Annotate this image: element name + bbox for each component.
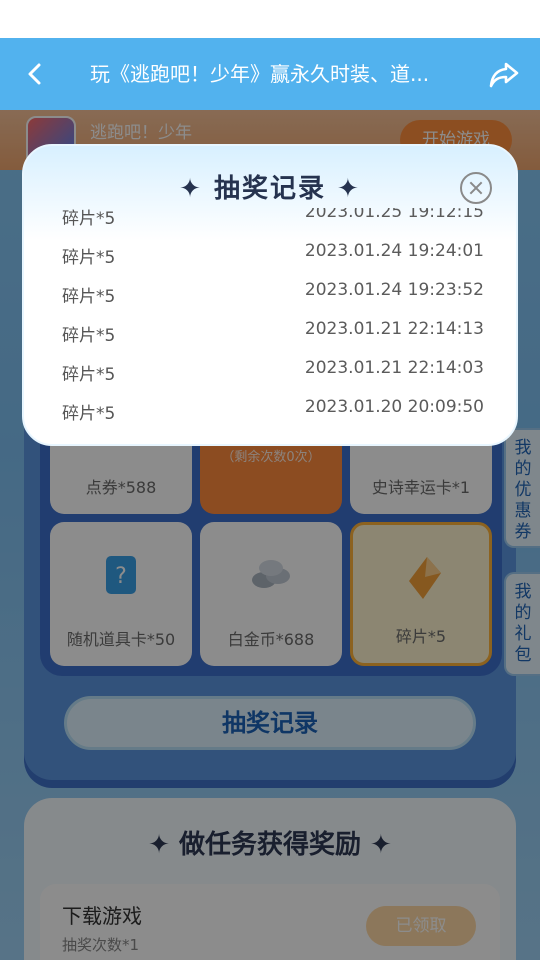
record-row: 碎片*5 2023.01.21 22:14:03 — [24, 350, 516, 389]
close-icon[interactable] — [460, 172, 492, 204]
record-row: 碎片*5 2023.01.21 22:14:13 — [24, 311, 516, 350]
record-time: 2023.01.21 22:14:03 — [304, 358, 484, 378]
record-prize: 碎片*5 — [62, 326, 116, 346]
record-prize: 碎片*5 — [62, 287, 116, 307]
record-time: 2023.01.24 19:23:52 — [304, 280, 484, 300]
share-icon[interactable] — [486, 56, 522, 92]
record-list[interactable]: 碎片*5 2023.01.25 19:12:15 碎片*5 2023.01.24 19… — [24, 208, 516, 430]
record-row: 碎片*5 2023.01.20 20:09:50 — [24, 389, 516, 428]
record-row: 碎片*5 2023.01.25 19:12:15 — [24, 208, 516, 233]
record-time: 2023.01.21 22:14:13 — [304, 319, 484, 339]
record-prize: 碎片*5 — [62, 248, 116, 268]
record-prize: 碎片*5 — [62, 404, 116, 424]
page-title: 玩《逃跑吧！少年》赢永久时装、道... — [90, 62, 430, 86]
chevron-left-icon[interactable] — [22, 60, 50, 88]
status-bar — [0, 0, 540, 38]
modal-title: ✦ 抽奖记录 ✦ — [179, 174, 361, 204]
draw-record-modal: ✦ 抽奖记录 ✦ 碎片*5 2023.01.25 19:12:15 碎片*5 2023… — [22, 144, 518, 446]
record-time: 2023.01.25 19:12:15 — [304, 208, 484, 222]
record-row: 碎片*5 2023.01.24 19:23:52 — [24, 272, 516, 311]
record-time: 2023.01.20 20:09:50 — [304, 397, 484, 417]
record-scroll: 碎片*5 2023.01.25 19:12:15 碎片*5 2023.01.24 19… — [24, 208, 516, 428]
record-time: 2023.01.24 19:24:01 — [304, 241, 484, 261]
record-prize: 碎片*5 — [62, 365, 116, 385]
record-row: 碎片*5 2023.01.24 19:24:01 — [24, 233, 516, 272]
record-prize: 碎片*5 — [62, 209, 116, 229]
top-bar: 玩《逃跑吧！少年》赢永久时装、道... — [0, 38, 540, 110]
